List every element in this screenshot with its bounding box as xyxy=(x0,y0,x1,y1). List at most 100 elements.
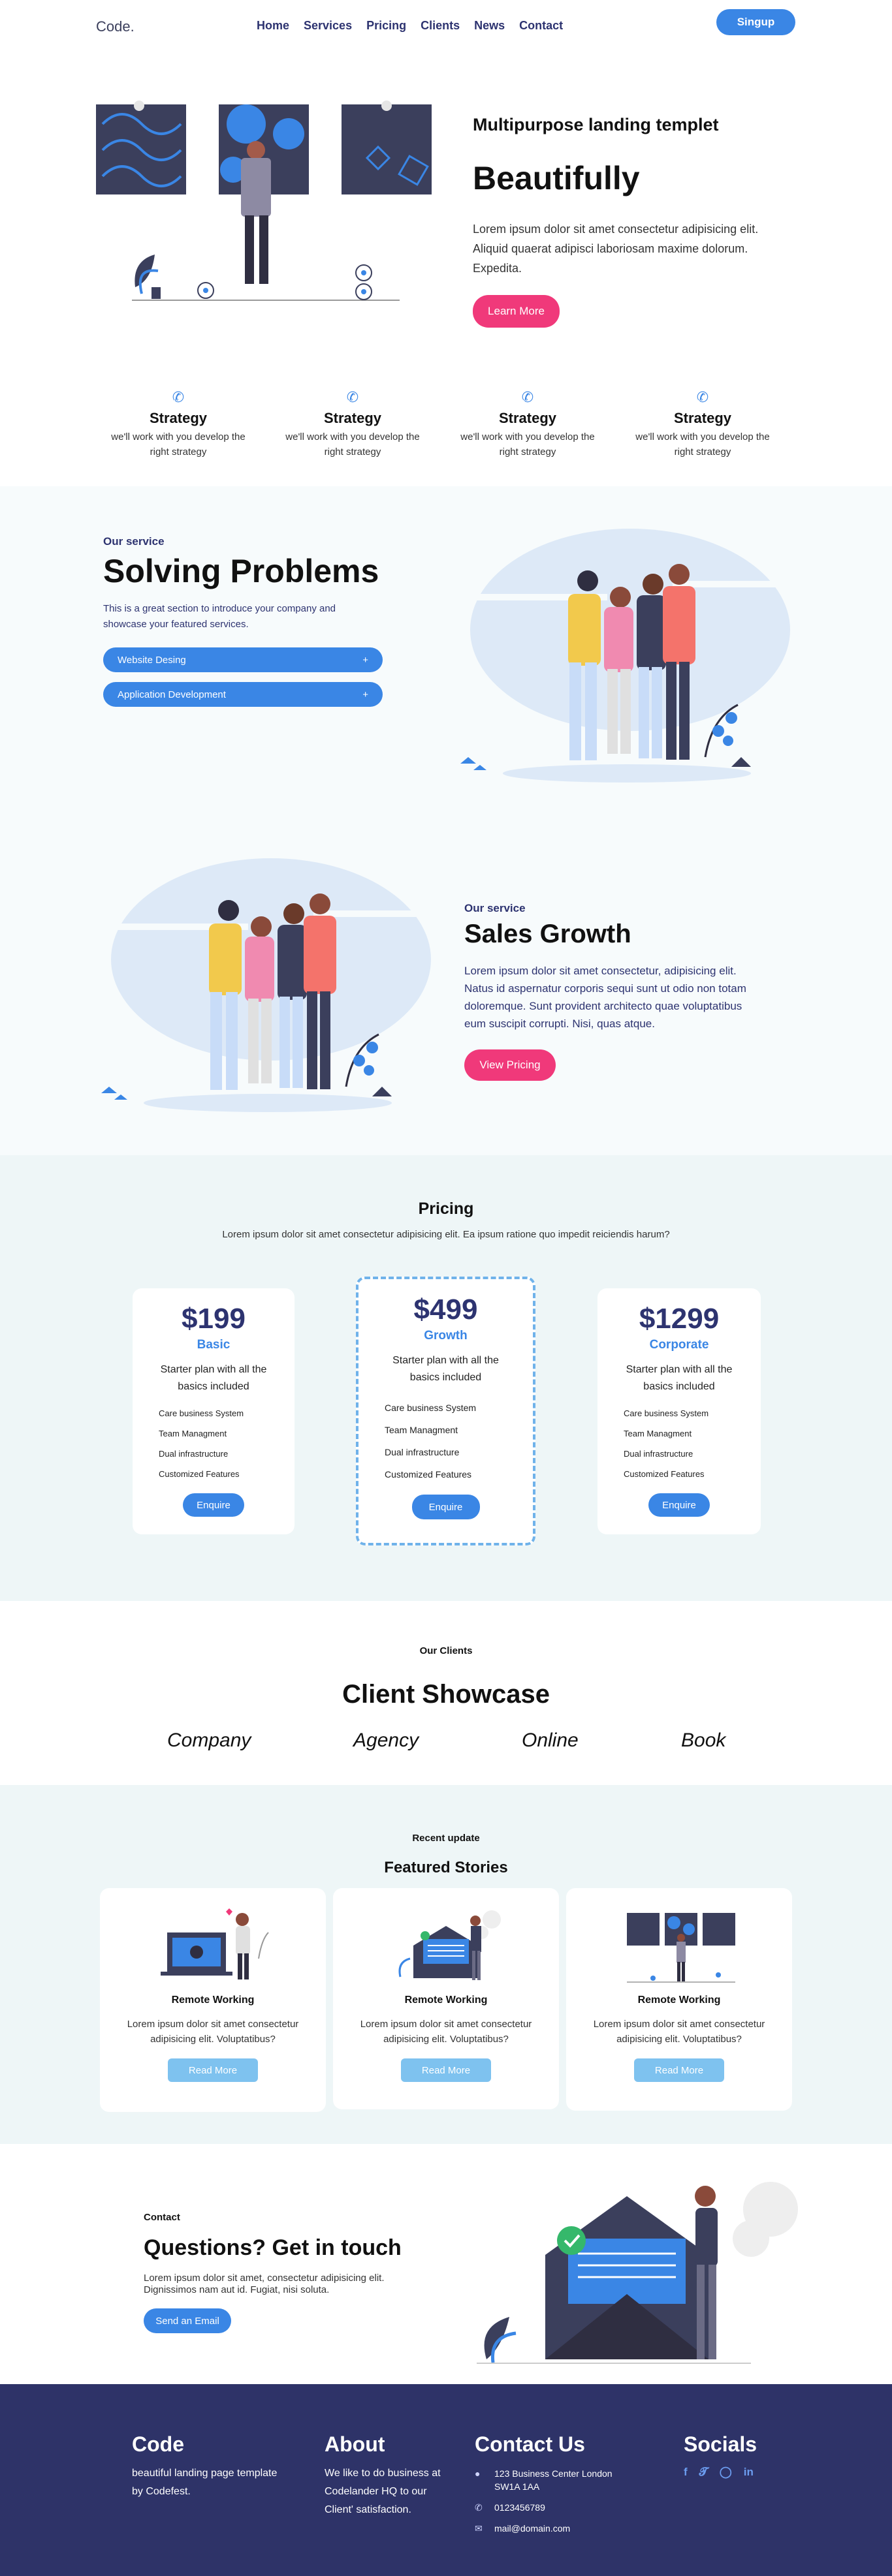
phone-icon: ✆ xyxy=(696,389,709,405)
envelope-icon: ✉ xyxy=(475,2523,483,2534)
remote-work-illustration xyxy=(161,1908,269,1979)
logo[interactable]: Code. xyxy=(96,18,135,35)
feature-item: ✆ Strategy we'll work with you develop t… xyxy=(456,389,599,459)
phone-icon: ✆ xyxy=(346,389,359,405)
feature-text: we'll work with you develop the right st… xyxy=(635,431,770,458)
menu-pricing[interactable]: Pricing xyxy=(366,19,406,33)
clients-tag: Our Clients xyxy=(419,1645,473,1656)
plan-feature: Care business System xyxy=(624,1408,709,1418)
plan-features: Care business System Team Managment Dual… xyxy=(133,1403,295,1484)
contact-text: Lorem ipsum dolor sit amet, consectetur … xyxy=(144,2273,385,2295)
feature-title: Strategy xyxy=(149,410,208,426)
read-more-button[interactable]: Read More xyxy=(401,2058,491,2082)
read-more-button[interactable]: Read More xyxy=(168,2058,258,2082)
footer-address-text: 123 Business Center London SW1A 1AA xyxy=(494,2468,613,2492)
top-nav: Code. Home Services Pricing Clients News… xyxy=(0,0,892,52)
stories-title: Featured Stories xyxy=(384,1859,508,1876)
feature-item: ✆ Strategy we'll work with you develop t… xyxy=(631,389,774,459)
pricing-subtitle: Lorem ipsum dolor sit amet consectetur a… xyxy=(222,1229,670,1240)
linkedin-icon[interactable]: in xyxy=(744,2466,754,2479)
hero-subtitle: Multipurpose landing templet xyxy=(473,115,719,134)
story-card: Remote Working Lorem ipsum dolor sit ame… xyxy=(333,1888,559,2109)
story-text: Lorem ipsum dolor sit amet consectetur a… xyxy=(593,2019,765,2045)
price-amount: $199 xyxy=(182,1303,246,1335)
plan-name: Growth xyxy=(424,1329,468,1342)
feature-title: Strategy xyxy=(323,410,382,426)
footer-address: ● 123 Business Center London SW1A 1AA xyxy=(475,2467,631,2493)
instagram-icon[interactable]: ◯ xyxy=(720,2466,732,2479)
main-menu: Home Services Pricing Clients News Conta… xyxy=(257,19,563,33)
pricing-title: Pricing xyxy=(418,1200,474,1218)
client-logo: Online xyxy=(522,1730,579,1751)
accordion-label: Website Desing xyxy=(118,654,186,666)
plan-name: Corporate xyxy=(649,1338,709,1352)
price-amount: $1299 xyxy=(639,1303,720,1335)
facebook-icon[interactable]: f xyxy=(684,2466,688,2479)
plus-icon: + xyxy=(362,689,368,700)
footer-brand: Code beautiful landing page template by … xyxy=(132,2432,289,2501)
twitter-icon[interactable]: 𝓣 xyxy=(699,2466,708,2479)
hero-title: Beautifully xyxy=(473,160,640,196)
service-text: This is a great section to introduce you… xyxy=(103,603,336,630)
read-more-button[interactable]: Read More xyxy=(634,2058,724,2082)
enquire-button[interactable]: Enquire xyxy=(183,1493,244,1517)
stories-tag: Recent update xyxy=(412,1833,480,1844)
phone-icon: ✆ xyxy=(521,389,534,405)
footer-socials: Socials f 𝓣 ◯ in xyxy=(684,2432,814,2479)
accordion-application-development[interactable]: Application Development + xyxy=(103,682,383,707)
story-card: Remote Working Lorem ipsum dolor sit ame… xyxy=(566,1888,792,2111)
plan-description: Starter plan with all the basics include… xyxy=(160,1364,267,1392)
footer: Code beautiful landing page template by … xyxy=(0,2384,892,2576)
view-pricing-button[interactable]: View Pricing xyxy=(464,1049,556,1081)
story-title: Remote Working xyxy=(404,1994,488,2006)
gallery-illustration xyxy=(627,1913,735,1983)
story-text: Lorem ipsum dolor sit amet consectetur a… xyxy=(127,2019,299,2045)
enquire-button[interactable]: Enquire xyxy=(411,1495,480,1519)
send-email-button[interactable]: Send an Email xyxy=(144,2308,231,2333)
location-icon: ● xyxy=(475,2468,481,2479)
footer-phone-text: 0123456789 xyxy=(494,2502,545,2513)
plan-feature: Dual infrastructure xyxy=(159,1449,229,1459)
service-tag: Our service xyxy=(464,902,526,914)
footer-about: About We like to do business at Codeland… xyxy=(325,2432,455,2519)
menu-services[interactable]: Services xyxy=(304,19,352,33)
footer-phone[interactable]: ✆ 0123456789 xyxy=(475,2501,631,2514)
service-tag: Our service xyxy=(103,535,165,548)
plan-feature: Care business System xyxy=(159,1408,244,1418)
plan-description: Starter plan with all the basics include… xyxy=(392,1355,499,1383)
feature-title: Strategy xyxy=(498,410,557,426)
client-logo: Book xyxy=(681,1730,726,1751)
feature-item: ✆ Strategy we'll work with you develop t… xyxy=(106,389,250,459)
menu-contact[interactable]: Contact xyxy=(519,19,563,33)
footer-about-text: We like to do business at Codelander HQ … xyxy=(325,2468,441,2515)
accordion-website-design[interactable]: Website Desing + xyxy=(103,647,383,672)
plan-feature: Team Managment xyxy=(624,1429,692,1438)
footer-email[interactable]: ✉ mail@domain.com xyxy=(475,2522,631,2535)
learn-more-button[interactable]: Learn More xyxy=(473,295,560,328)
team-illustration xyxy=(101,858,444,1112)
menu-clients[interactable]: Clients xyxy=(421,19,460,33)
plan-description: Starter plan with all the basics include… xyxy=(626,1364,733,1392)
accordion-label: Application Development xyxy=(118,689,226,700)
hero-text: Lorem ipsum dolor sit amet consectetur a… xyxy=(473,223,759,275)
plan-feature: Care business System xyxy=(385,1403,477,1413)
clients-title: Client Showcase xyxy=(342,1680,550,1709)
footer-brand-text: beautiful landing page template by Codef… xyxy=(132,2468,278,2497)
plan-feature: Customized Features xyxy=(624,1469,705,1479)
feature-text: we'll work with you develop the right st… xyxy=(111,431,246,458)
pricing-card-basic: $199 Basic Starter plan with all the bas… xyxy=(133,1288,295,1534)
story-title: Remote Working xyxy=(171,1994,255,2006)
plan-name: Basic xyxy=(197,1338,231,1352)
menu-news[interactable]: News xyxy=(474,19,505,33)
menu-home[interactable]: Home xyxy=(257,19,289,33)
enquire-button[interactable]: Enquire xyxy=(648,1493,710,1517)
plan-features: Care business System Team Managment Dual… xyxy=(597,1403,761,1484)
plan-feature: Customized Features xyxy=(385,1469,472,1480)
team-illustration xyxy=(460,529,803,783)
plan-feature: Dual infrastructure xyxy=(624,1449,693,1459)
hero-illustration xyxy=(96,101,432,301)
footer-email-text: mail@domain.com xyxy=(494,2523,571,2534)
pricing-card-growth: $499 Growth Starter plan with all the ba… xyxy=(356,1277,535,1545)
signup-button[interactable]: Singup xyxy=(716,9,795,35)
pricing-card-corporate: $1299 Corporate Starter plan with all th… xyxy=(597,1288,761,1534)
